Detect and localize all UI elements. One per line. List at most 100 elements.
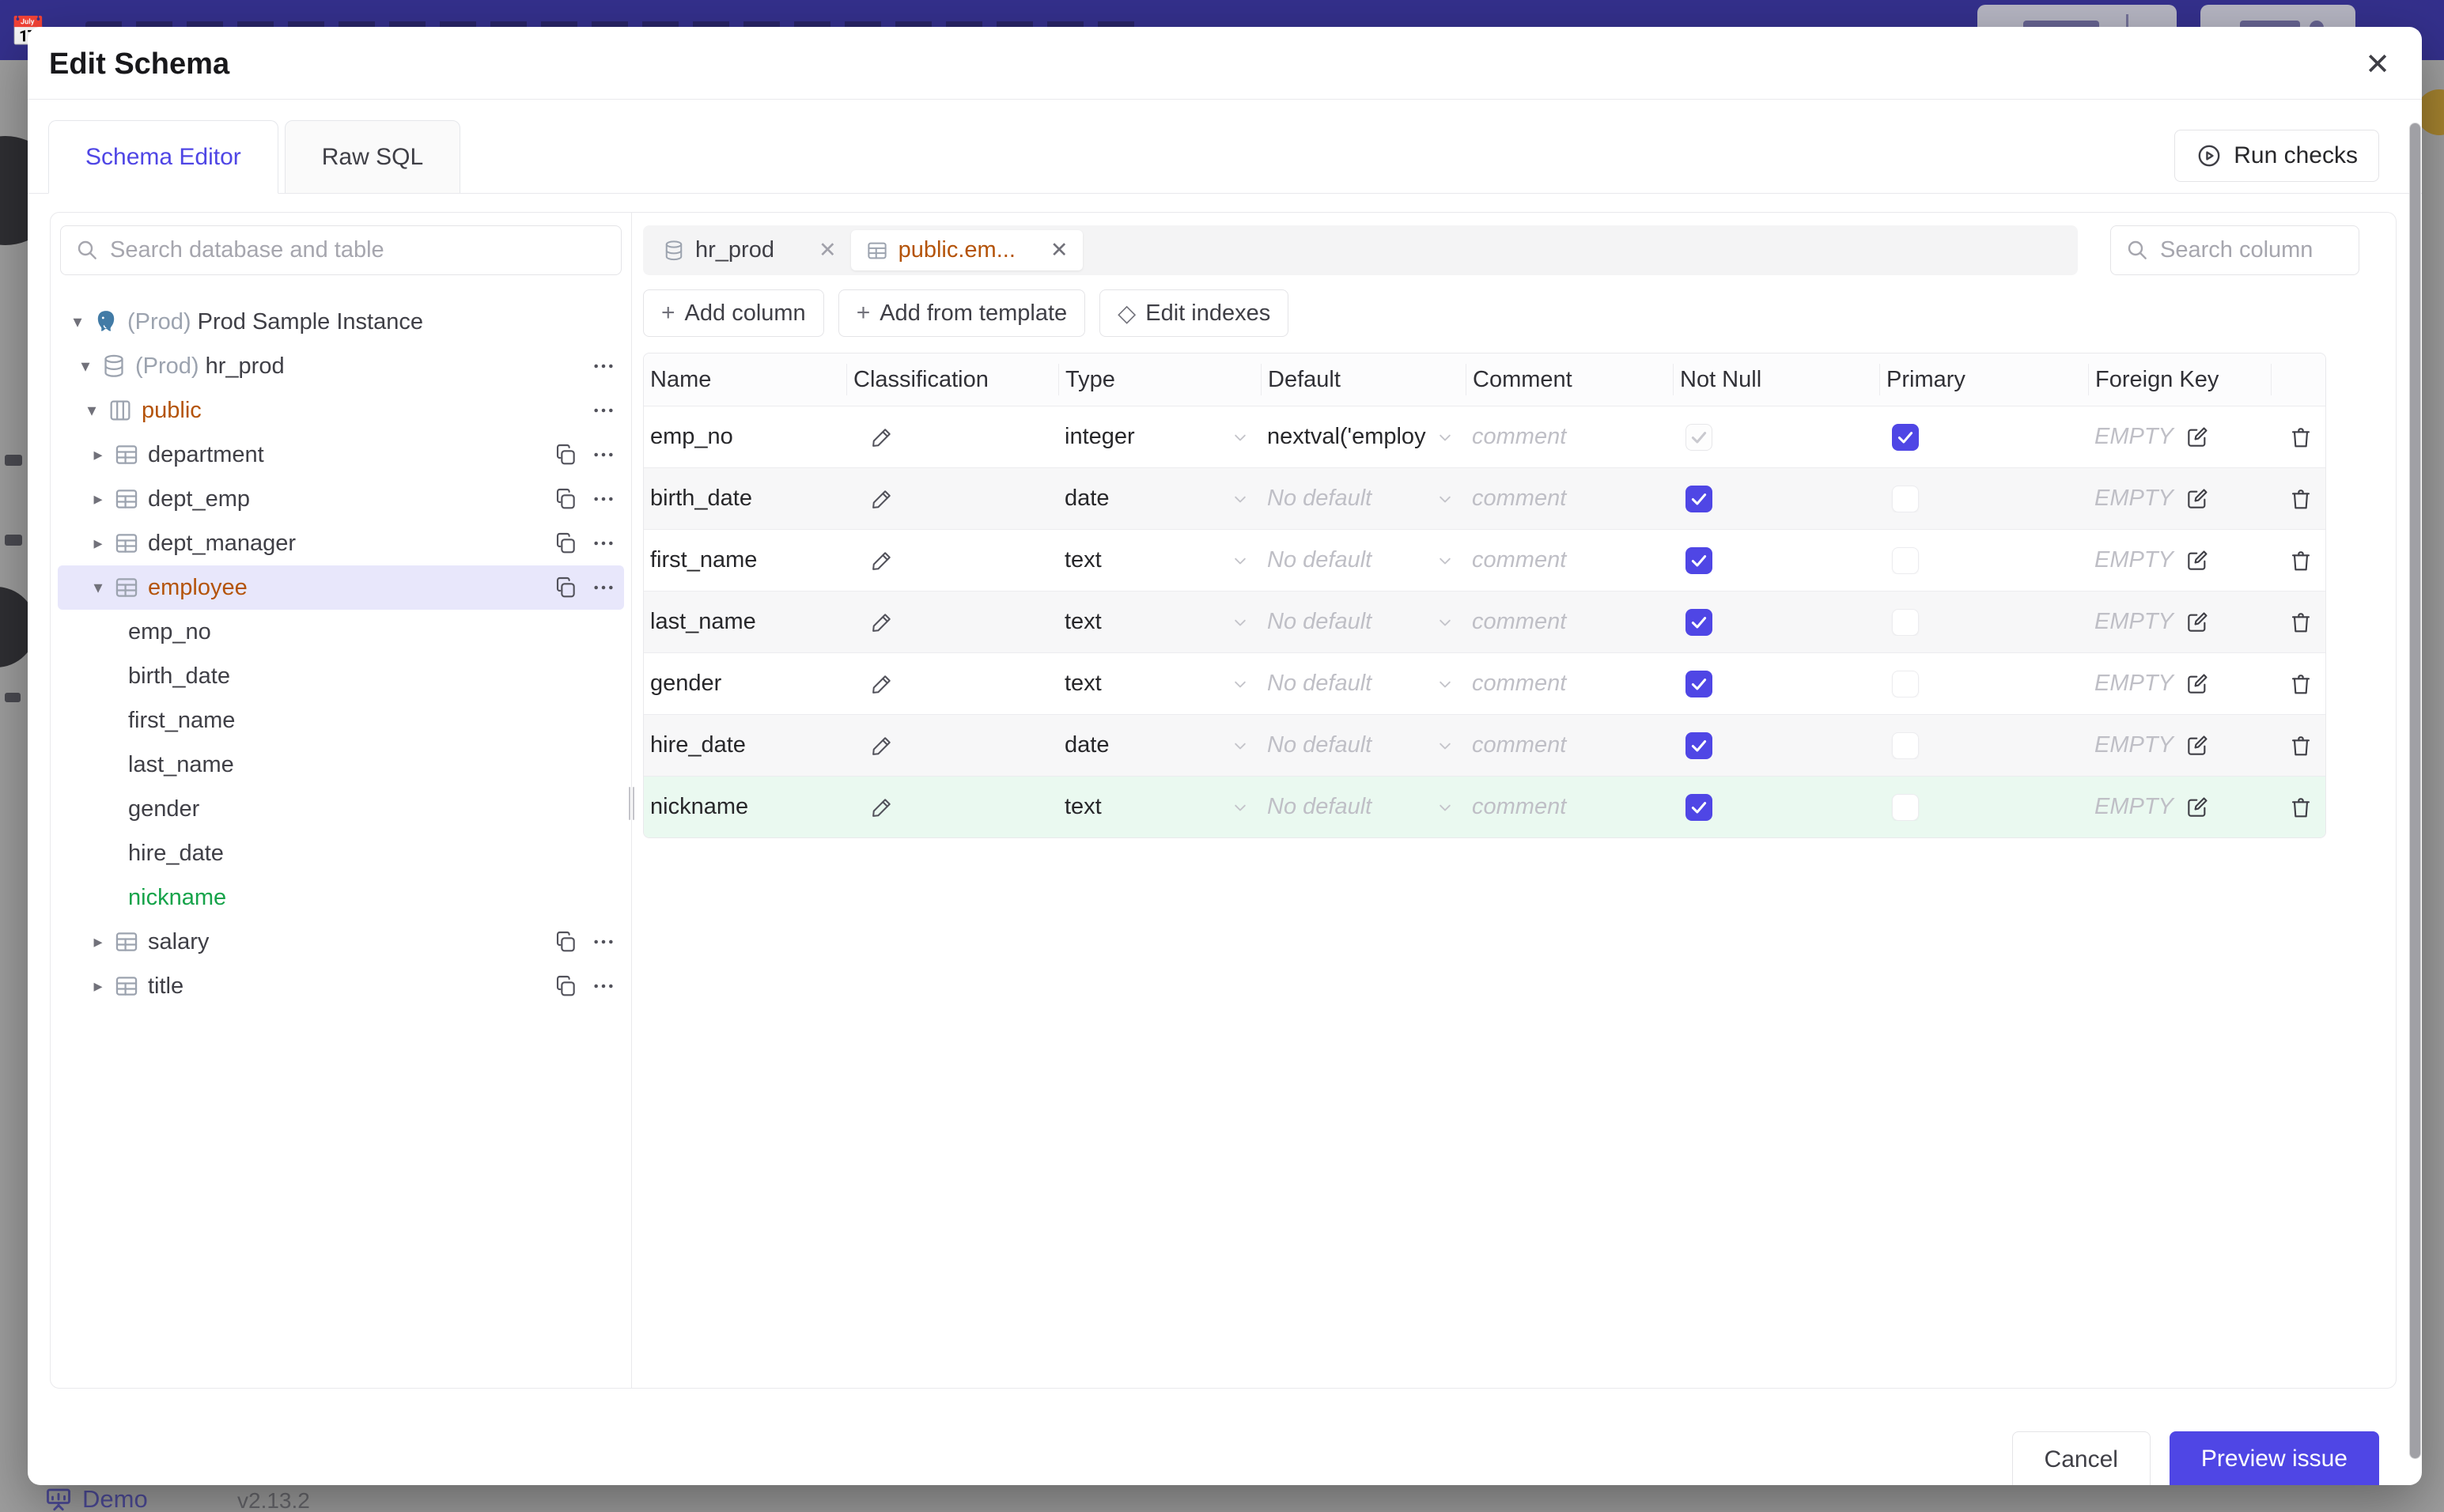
copy-icon[interactable] <box>553 575 578 600</box>
more-options-icon[interactable] <box>591 486 616 512</box>
checkbox-checked[interactable] <box>1685 546 1712 574</box>
pencil-icon[interactable] <box>870 549 894 573</box>
copy-icon[interactable] <box>553 531 578 556</box>
default-cell[interactable]: No default <box>1261 609 1466 635</box>
edit-foreign-key-icon[interactable] <box>2185 795 2210 820</box>
caret-right-icon[interactable]: ▸ <box>89 976 107 996</box>
add-column-button[interactable]: + Add column <box>643 289 824 337</box>
edit-foreign-key-icon[interactable] <box>2185 548 2210 573</box>
trash-icon[interactable] <box>2288 486 2313 512</box>
checkbox-checked[interactable] <box>1685 485 1712 512</box>
tree-item-first_name[interactable]: first_name <box>58 698 624 743</box>
tree-item-hire_date[interactable]: hire_date <box>58 831 624 875</box>
trash-icon[interactable] <box>2288 795 2313 820</box>
column-name-cell[interactable]: last_name <box>644 609 846 635</box>
close-tab-icon[interactable]: ✕ <box>819 238 837 263</box>
trash-icon[interactable] <box>2288 733 2313 758</box>
tree-item-dept_manager[interactable]: ▸ dept_manager <box>58 521 624 565</box>
more-options-icon[interactable] <box>591 973 616 999</box>
edit-foreign-key-icon[interactable] <box>2185 733 2210 758</box>
checkbox-checked[interactable] <box>1892 423 1919 451</box>
comment-cell[interactable]: comment <box>1466 671 1673 697</box>
edit-foreign-key-icon[interactable] <box>2185 425 2210 450</box>
default-cell[interactable]: No default <box>1261 671 1466 697</box>
tree-item-title[interactable]: ▸ title <box>58 964 624 1008</box>
caret-down-icon[interactable]: ▾ <box>69 312 86 332</box>
close-icon[interactable]: ✕ <box>2362 49 2393 81</box>
type-cell[interactable]: date <box>1058 486 1261 512</box>
copy-icon[interactable] <box>553 973 578 999</box>
copy-icon[interactable] <box>553 929 578 954</box>
trash-icon[interactable] <box>2288 671 2313 697</box>
default-cell[interactable]: nextval('employ <box>1261 424 1466 450</box>
pencil-icon[interactable] <box>870 425 894 449</box>
comment-cell[interactable]: comment <box>1466 609 1673 635</box>
column-name-cell[interactable]: gender <box>644 671 846 697</box>
caret-down-icon[interactable]: ▾ <box>83 400 100 421</box>
tree-item-dept_emp[interactable]: ▸ dept_emp <box>58 477 624 521</box>
column-name-cell[interactable]: emp_no <box>644 424 846 450</box>
comment-cell[interactable]: comment <box>1466 424 1673 450</box>
tree-item-public[interactable]: ▾ public <box>58 388 624 433</box>
default-cell[interactable]: No default <box>1261 547 1466 573</box>
checkbox-unchecked[interactable] <box>1892 731 1919 759</box>
caret-down-icon[interactable]: ▾ <box>77 356 94 376</box>
column-name-cell[interactable]: hire_date <box>644 732 846 758</box>
tree-item-hr_prod[interactable]: ▾ (Prod) hr_prod <box>58 344 624 388</box>
tree-item-emp_no[interactable]: emp_no <box>58 610 624 654</box>
checkbox-unchecked[interactable] <box>1892 793 1919 821</box>
preview-issue-button[interactable]: Preview issue <box>2169 1431 2379 1485</box>
more-options-icon[interactable] <box>591 442 616 467</box>
cancel-button[interactable]: Cancel <box>2011 1431 2151 1485</box>
caret-right-icon[interactable]: ▸ <box>89 533 107 554</box>
tree-item-salary[interactable]: ▸ salary <box>58 920 624 964</box>
pencil-icon[interactable] <box>870 487 894 511</box>
checkbox-checked[interactable] <box>1685 608 1712 636</box>
trash-icon[interactable] <box>2288 548 2313 573</box>
edit-foreign-key-icon[interactable] <box>2185 610 2210 635</box>
tree-item-Prod Sample Instance[interactable]: ▾ (Prod) Prod Sample Instance <box>58 300 624 344</box>
more-options-icon[interactable] <box>591 398 616 423</box>
pencil-icon[interactable] <box>870 610 894 634</box>
default-cell[interactable]: No default <box>1261 732 1466 758</box>
more-options-icon[interactable] <box>591 531 616 556</box>
type-cell[interactable]: text <box>1058 671 1261 697</box>
tree-item-department[interactable]: ▸ department <box>58 433 624 477</box>
default-cell[interactable]: No default <box>1261 794 1466 820</box>
caret-right-icon[interactable]: ▸ <box>89 444 107 465</box>
caret-right-icon[interactable]: ▸ <box>89 489 107 509</box>
trash-icon[interactable] <box>2288 425 2313 450</box>
tree-search-input[interactable] <box>60 225 622 275</box>
tree-item-employee[interactable]: ▾ employee <box>58 565 624 610</box>
checkbox-unchecked[interactable] <box>1892 485 1919 512</box>
checkbox-unchecked[interactable] <box>1892 670 1919 697</box>
copy-icon[interactable] <box>553 442 578 467</box>
more-options-icon[interactable] <box>591 353 616 379</box>
edit-foreign-key-icon[interactable] <box>2185 671 2210 697</box>
tree-item-gender[interactable]: gender <box>58 787 624 831</box>
column-name-cell[interactable]: first_name <box>644 547 846 573</box>
tree-item-birth_date[interactable]: birth_date <box>58 654 624 698</box>
pencil-icon[interactable] <box>870 796 894 819</box>
column-name-cell[interactable]: nickname <box>644 794 846 820</box>
close-tab-icon[interactable]: ✕ <box>1050 238 1069 263</box>
run-checks-button[interactable]: Run checks <box>2174 130 2379 182</box>
tab-raw-sql[interactable]: Raw SQL <box>284 120 461 194</box>
more-options-icon[interactable] <box>591 929 616 954</box>
trash-icon[interactable] <box>2288 610 2313 635</box>
type-cell[interactable]: integer <box>1058 424 1261 450</box>
pencil-icon[interactable] <box>870 734 894 758</box>
pencil-icon[interactable] <box>870 672 894 696</box>
demo-link[interactable]: Demo <box>44 1485 148 1512</box>
default-cell[interactable]: No default <box>1261 486 1466 512</box>
add-from-template-button[interactable]: + Add from template <box>838 289 1086 337</box>
comment-cell[interactable]: comment <box>1466 732 1673 758</box>
checkbox-checked[interactable] <box>1685 793 1712 821</box>
type-cell[interactable]: text <box>1058 794 1261 820</box>
caret-right-icon[interactable]: ▸ <box>89 932 107 952</box>
checkbox-checked[interactable] <box>1685 423 1712 451</box>
copy-icon[interactable] <box>553 486 578 512</box>
type-cell[interactable]: text <box>1058 547 1261 573</box>
editor-tab-hr_prod[interactable]: hr_prod ✕ <box>648 230 851 270</box>
checkbox-checked[interactable] <box>1685 731 1712 759</box>
